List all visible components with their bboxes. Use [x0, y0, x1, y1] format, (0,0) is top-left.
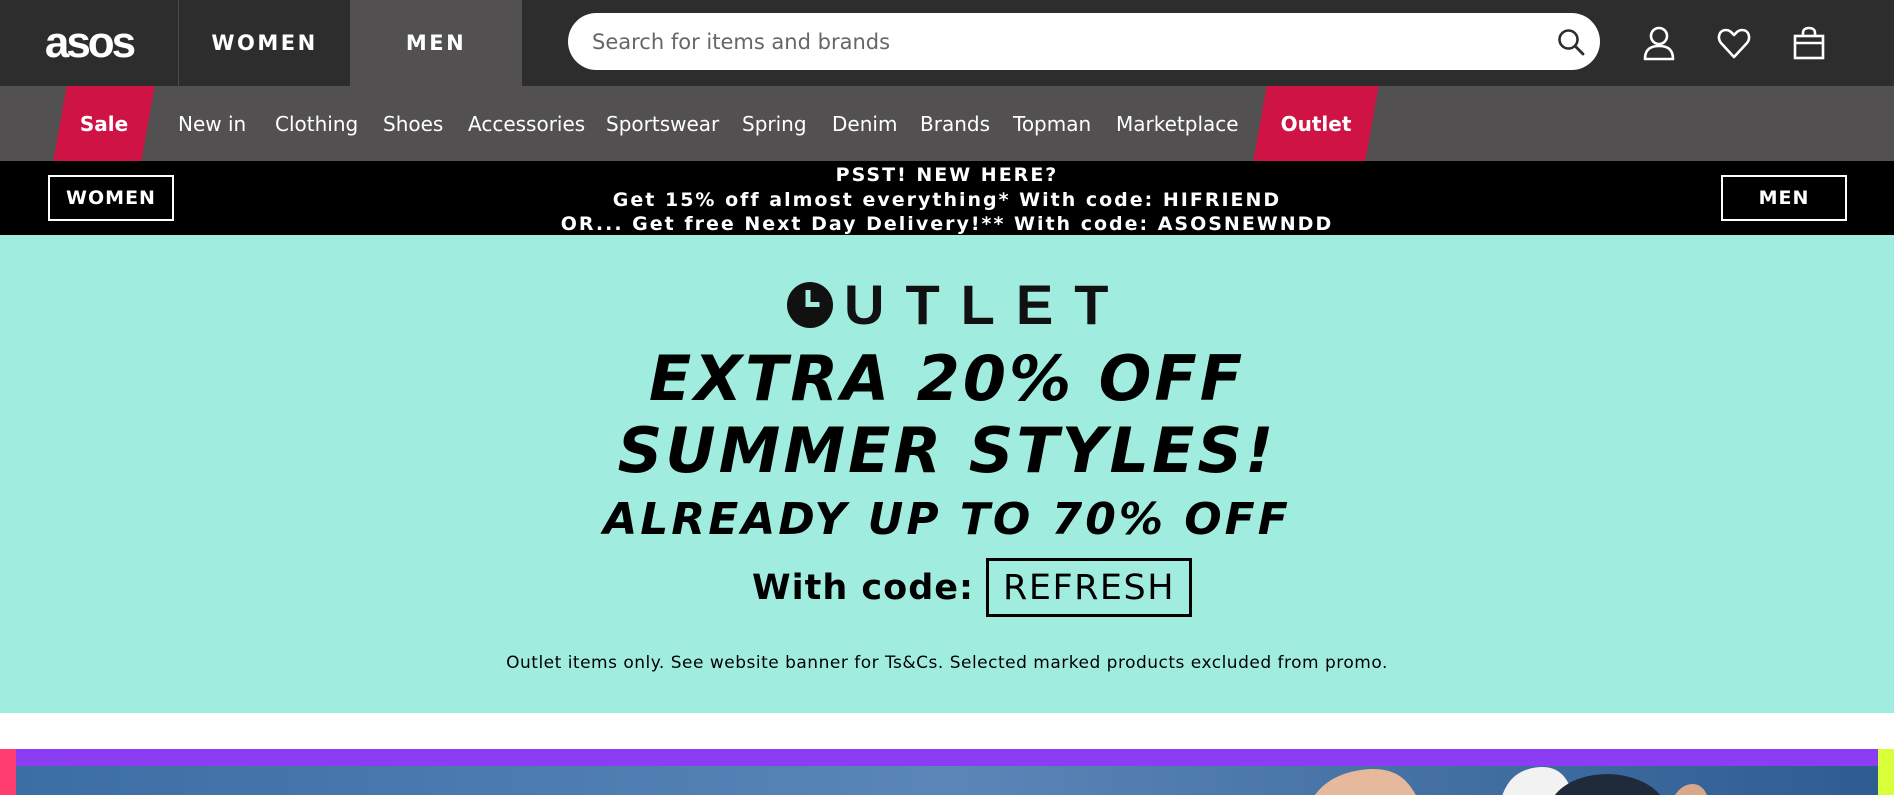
nav-item-sale[interactable]: Sale [60, 86, 148, 161]
heart-icon[interactable] [1716, 25, 1752, 61]
promo-text: PSST! NEW HERE? Get 15% off almost every… [0, 163, 1894, 237]
hero-terms: Outlet items only. See website banner fo… [506, 653, 1388, 673]
asos-logo[interactable]: asos [0, 0, 178, 86]
nav-item-label: Sale [79, 111, 129, 136]
promo-line-3: OR... Get free Next Day Delivery!** With… [560, 213, 1334, 235]
hero-headline-1: EXTRA 20% OFF [648, 342, 1246, 415]
clock-icon [787, 282, 833, 328]
nav-item-brands[interactable]: Brands [920, 86, 990, 161]
outlet-hero-banner[interactable]: UTLET EXTRA 20% OFF SUMMER STYLES! ALREA… [0, 235, 1894, 713]
nav-item-accessories[interactable]: Accessories [468, 86, 585, 161]
nav-item-topman[interactable]: Topman [1013, 86, 1091, 161]
nav-item-denim[interactable]: Denim [832, 86, 897, 161]
search-input[interactable] [568, 13, 1528, 70]
banner-edge-lime [1878, 749, 1894, 795]
tab-women[interactable]: WOMEN [178, 0, 350, 86]
nav-item-sportswear[interactable]: Sportswear [606, 86, 719, 161]
promo-line-1: PSST! NEW HERE? [835, 164, 1059, 186]
tab-men[interactable]: MEN [350, 0, 522, 86]
nav-item-spring[interactable]: Spring [742, 86, 807, 161]
category-nav: Sale New in Clothing Shoes Accessories S… [0, 86, 1894, 161]
search-icon[interactable] [1556, 27, 1586, 57]
banner-photo [1314, 766, 1707, 795]
nav-item-new-in[interactable]: New in [178, 86, 246, 161]
hero-headline-2: SUMMER STYLES! [617, 414, 1277, 487]
nav-item-marketplace[interactable]: Marketplace [1116, 86, 1239, 161]
banner-edge-pink [0, 749, 16, 795]
top-header: asos WOMEN MEN [0, 0, 1894, 86]
outlet-brand-text: UTLET [844, 273, 1130, 336]
nav-item-shoes[interactable]: Shoes [383, 86, 443, 161]
code-label: With code: [752, 567, 975, 608]
nav-item-clothing[interactable]: Clothing [275, 86, 358, 161]
promo-strip: WOMEN PSST! NEW HERE? Get 15% off almost… [0, 161, 1894, 235]
next-banner[interactable] [0, 749, 1894, 795]
account-icon[interactable] [1641, 25, 1677, 61]
outlet-logo: UTLET [786, 273, 1130, 336]
hero-subheadline: ALREADY UP TO 70% OFF [603, 494, 1291, 545]
promo-line-2: Get 15% off almost everything* With code… [612, 188, 1282, 211]
nav-item-outlet[interactable]: Outlet [1260, 86, 1372, 161]
bag-icon[interactable] [1791, 25, 1827, 61]
promo-men-button[interactable]: MEN [1721, 175, 1847, 221]
search-bar [568, 13, 1600, 70]
promo-code: REFRESH [986, 558, 1193, 617]
nav-item-label: Outlet [1280, 111, 1352, 136]
promo-code-row: With code: REFRESH [752, 558, 1193, 617]
